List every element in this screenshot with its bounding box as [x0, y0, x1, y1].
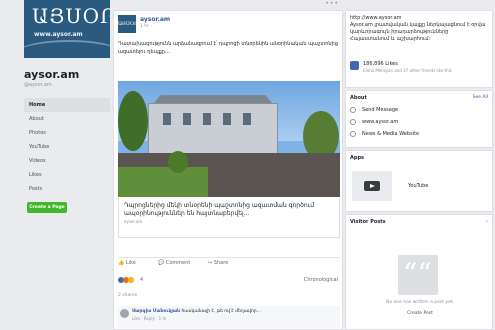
chevron-right-icon[interactable]: ›: [486, 218, 488, 225]
comment-sort-dropdown[interactable]: Chronological: [304, 277, 338, 283]
create-post-link[interactable]: Create Post: [346, 311, 494, 316]
cover-url: www.aysor.am: [34, 31, 83, 38]
nav-item-likes[interactable]: Likes: [24, 168, 110, 182]
photo-window: [243, 113, 251, 125]
nav-item-home[interactable]: Home: [24, 98, 110, 112]
comment-text: հասկանալի է, թե ով է մեղավոր...: [181, 309, 261, 314]
photo-window: [183, 113, 191, 125]
about-url[interactable]: http://www.aysor.am: [350, 15, 488, 22]
commenter-avatar[interactable]: [120, 309, 129, 318]
like-label: Like: [125, 260, 136, 266]
tag-icon: [350, 131, 356, 137]
category-label[interactable]: News & Media Website: [362, 131, 419, 137]
comment-body: Սարգիս Մանուկյան հասկանալի է, թե ով է մե…: [132, 309, 337, 315]
nav-item-posts[interactable]: Posts: [24, 182, 110, 196]
link-preview[interactable]: Դպրոցներից մեկի տնօրենի պաշտոնից ազատման…: [118, 198, 340, 238]
post-photo[interactable]: [118, 81, 340, 197]
post-author[interactable]: aysor.am: [140, 16, 170, 23]
sad-reaction-icon[interactable]: [128, 277, 134, 283]
share-button[interactable]: ↪ Share: [208, 260, 228, 266]
messenger-icon: [350, 107, 356, 113]
photo-window: [223, 113, 231, 125]
more-options-icon[interactable]: •••: [325, 0, 339, 7]
photo-building: [148, 103, 278, 155]
page-cover[interactable]: ԱՅՍՕՐ www.aysor.am: [24, 0, 110, 58]
cover-swoosh: [24, 40, 110, 58]
nav-item-photos[interactable]: Photos: [24, 126, 110, 140]
post-time[interactable]: 1 hr ·: [140, 24, 152, 29]
page-nav: Home About Photos YouTube Videos Likes P…: [24, 98, 110, 196]
link-domain: aysor.am: [124, 219, 143, 224]
comment-button[interactable]: 💬 Comment: [158, 260, 190, 266]
visitor-posts-card: Visitor Posts › No one has written a pos…: [345, 214, 493, 330]
about-details-card: About See All Send Message www.aysor.am …: [345, 90, 493, 148]
see-all-link[interactable]: See All: [473, 95, 488, 100]
cover-logo: ԱՅՍՕՐ: [32, 4, 110, 28]
likes-friends[interactable]: Elena Melikyan and 37 other friends like…: [363, 68, 488, 73]
thumbs-up-icon: [350, 61, 359, 70]
post-actions: 👍 Like 💬 Comment ↪ Share: [118, 257, 340, 267]
reaction-count[interactable]: 4: [140, 277, 143, 283]
nav-item-videos[interactable]: Videos: [24, 154, 110, 168]
apps-heading: Apps: [350, 155, 365, 161]
about-card: http://www.aysor.am Aysor.am լրատվական կ…: [345, 10, 493, 88]
like-button[interactable]: 👍 Like: [118, 260, 136, 266]
likes-count: 186,896 Likes: [363, 61, 398, 67]
visitor-posts-heading: Visitor Posts: [350, 219, 386, 225]
website-label[interactable]: www.aysor.am: [362, 119, 398, 125]
photo-window: [203, 113, 211, 125]
globe-icon: [350, 119, 356, 125]
link-title[interactable]: Դպրոցներից մեկի տնօրենի պաշտոնից ազատման…: [124, 202, 334, 218]
photo-grass: [118, 167, 208, 197]
reactions-row: 4 Chronological: [118, 277, 340, 287]
nav-item-youtube[interactable]: YouTube: [24, 140, 110, 154]
post-card: ԱՅՍՕՐ aysor.am 1 hr · Դատախազությունն ար…: [113, 10, 343, 330]
photo-tree: [168, 151, 188, 173]
create-page-button[interactable]: Create a Page: [27, 202, 67, 213]
post-text: Դատախազությունն արձանագրում է՝ դպրոցի տն…: [118, 41, 338, 55]
top-menu: •••: [113, 0, 343, 7]
photo-window: [163, 113, 171, 125]
comment-label: Comment: [165, 260, 191, 266]
play-icon: [364, 181, 380, 191]
nav-item-about[interactable]: About: [24, 112, 110, 126]
photo-tree: [118, 91, 148, 151]
page-handle: @aysor.am: [24, 82, 52, 88]
quote-icon: [398, 255, 438, 295]
comment-author[interactable]: Սարգիս Մանուկյան: [132, 309, 180, 314]
post-header: ԱՅՍՕՐ aysor.am 1 hr ·: [118, 15, 338, 35]
shares-count[interactable]: 2 shares: [118, 293, 137, 298]
visitor-empty-text: No one has written a post yet.: [385, 300, 455, 305]
share-label: Share: [213, 260, 229, 266]
send-message-label[interactable]: Send Message: [362, 107, 398, 113]
youtube-app-label[interactable]: YouTube: [408, 183, 428, 189]
about-heading: About: [350, 95, 367, 101]
apps-card: Apps YouTube: [345, 150, 493, 212]
youtube-app-thumbnail[interactable]: [352, 171, 392, 201]
comment-meta[interactable]: Like · Reply · 1 hr: [132, 316, 337, 321]
about-text: Aysor.am լրատվական կայքը ներկայացնում է …: [350, 22, 486, 42]
left-column: ԱՅՍՕՐ www.aysor.am aysor.am @aysor.am Ho…: [24, 0, 110, 213]
comment-item: Սարգիս Մանուկյան հասկանալի է, թե ով է մե…: [118, 306, 340, 328]
author-avatar[interactable]: ԱՅՍՕՐ: [118, 15, 138, 33]
page-title[interactable]: aysor.am: [24, 68, 110, 81]
